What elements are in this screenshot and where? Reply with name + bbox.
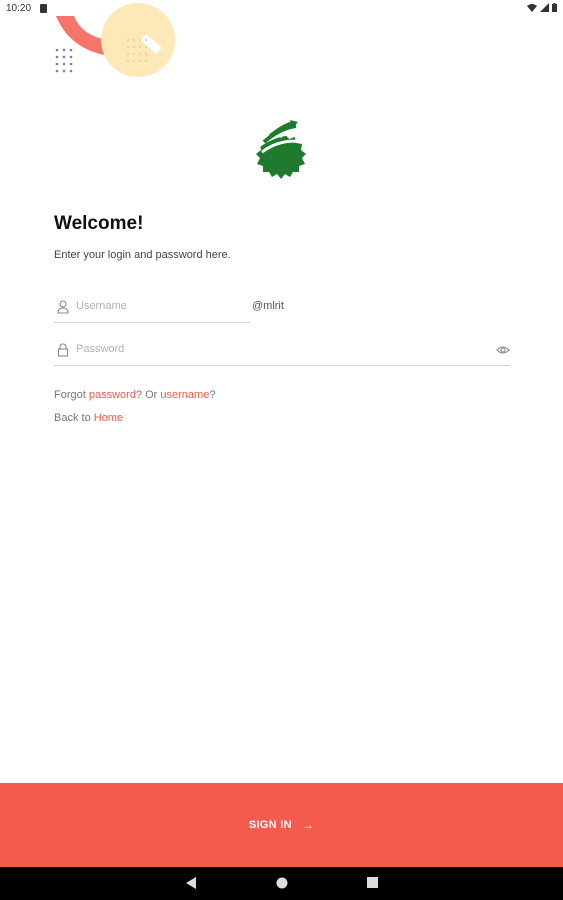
forgot-prefix: Forgot — [54, 389, 89, 401]
page-title: Welcome! — [54, 213, 144, 234]
back-prefix: Back to — [54, 412, 94, 424]
username-field[interactable] — [54, 294, 250, 323]
question-mark: ? — [209, 389, 216, 401]
arrow-right-icon: → — [301, 818, 315, 832]
sign-in-label: SIGN IN — [248, 819, 292, 831]
forgot-password-link[interactable]: password — [89, 389, 136, 401]
back-links: Back to Home — [54, 412, 123, 424]
signal-icon — [540, 3, 549, 12]
decorative-shapes — [55, 3, 175, 77]
forgot-links: Forgot password? Or username? — [54, 389, 215, 401]
battery-icon — [552, 3, 557, 12]
back-icon[interactable] — [186, 877, 196, 889]
eye-icon[interactable] — [496, 344, 510, 356]
home-icon[interactable] — [276, 877, 288, 889]
forgot-username-link[interactable]: username — [160, 389, 209, 401]
system-nav-bar — [0, 867, 563, 900]
domain-suffix: @mlrit — [252, 300, 284, 312]
recents-icon[interactable] — [367, 877, 378, 888]
password-field[interactable] — [54, 337, 510, 366]
user-icon — [57, 300, 69, 314]
password-input[interactable] — [76, 340, 476, 358]
or-text: ? Or — [135, 389, 161, 401]
sign-in-button[interactable]: SIGN IN → — [0, 783, 563, 867]
lock-icon — [57, 343, 69, 357]
username-input[interactable] — [76, 297, 236, 315]
home-link[interactable]: Home — [94, 412, 123, 424]
status-icons — [527, 3, 557, 12]
app-logo — [256, 120, 306, 179]
page-subtitle: Enter your login and password here. — [54, 249, 231, 261]
wifi-icon — [527, 4, 537, 12]
